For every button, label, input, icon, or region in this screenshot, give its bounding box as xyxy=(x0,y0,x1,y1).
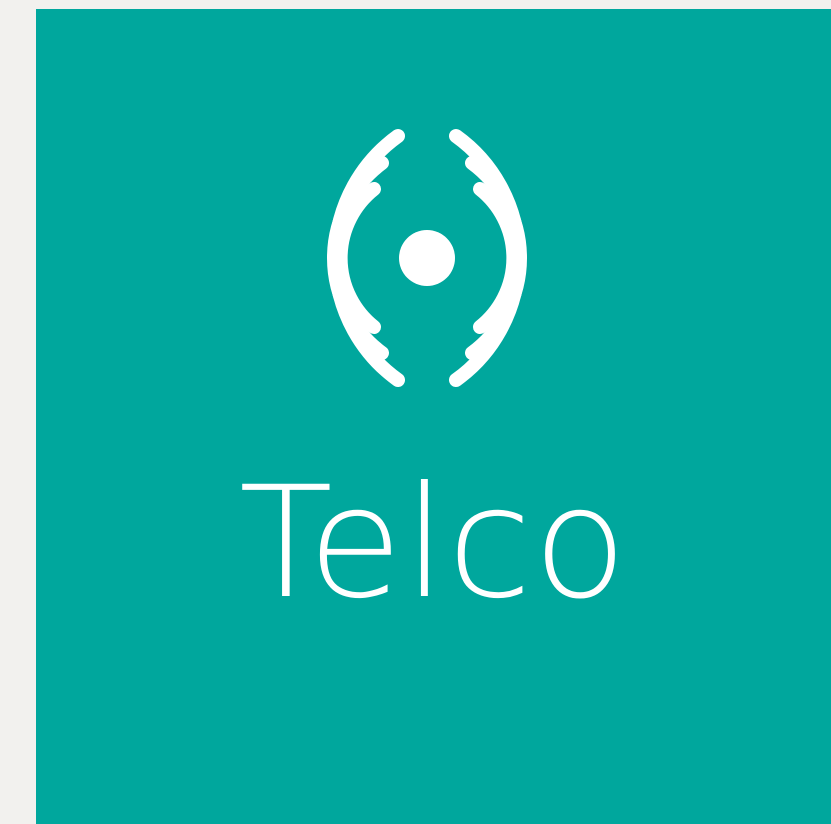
page: Telco xyxy=(0,0,831,824)
broadcast-icon xyxy=(272,118,582,398)
tile-title: Telco xyxy=(238,454,629,633)
telco-tile[interactable]: Telco xyxy=(36,9,831,824)
